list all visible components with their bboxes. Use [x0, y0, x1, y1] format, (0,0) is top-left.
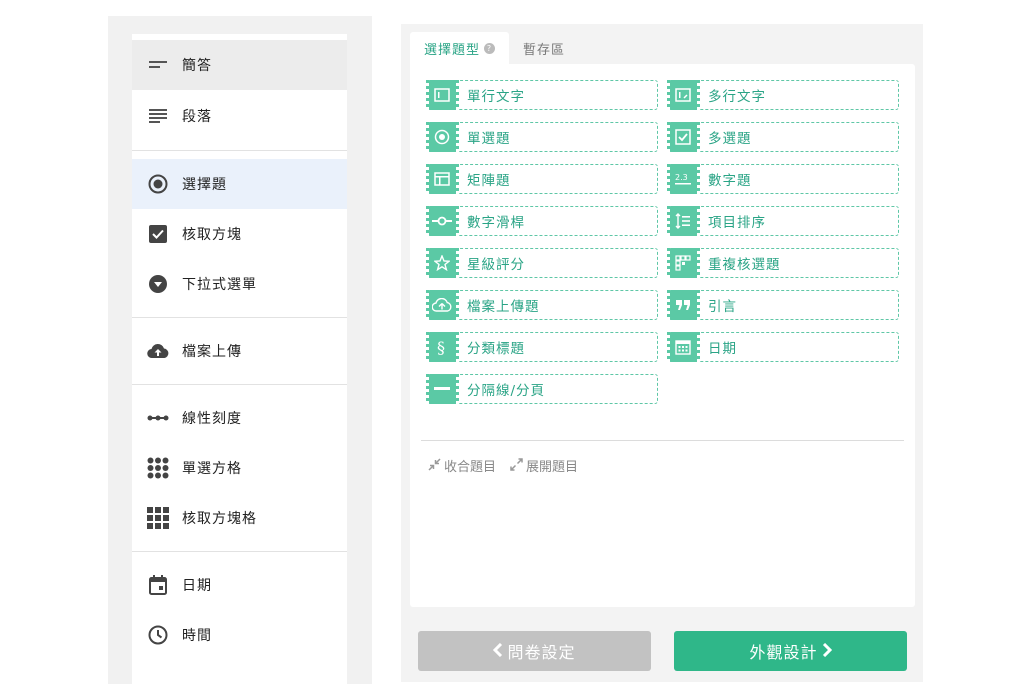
divider-icon — [426, 373, 459, 404]
dropdown-icon — [146, 272, 170, 296]
question-type-repeat-check[interactable]: 重複核選題 — [667, 247, 899, 278]
menu-separator — [132, 317, 347, 318]
question-type-item-sort[interactable]: 項目排序 — [667, 205, 899, 236]
multi-line-text-icon — [667, 79, 700, 110]
cloud-upload-icon — [146, 339, 170, 363]
menu-separator — [132, 150, 347, 151]
expand-arrows-icon — [510, 457, 523, 474]
section-icon: § — [426, 331, 459, 362]
menu-item-paragraph[interactable]: 段落 — [132, 91, 347, 141]
checkbox-icon — [146, 222, 170, 246]
survey-builder-panel: 選擇題型 ? 暫存區 單行文字 多行文字 單選題 多選題 矩陣題 2.3 數字題… — [401, 24, 923, 682]
linear-scale-icon — [146, 406, 170, 430]
question-type-multi-line-text[interactable]: 多行文字 — [667, 79, 899, 110]
menu-item-checkbox-grid[interactable]: 核取方塊格 — [132, 493, 347, 543]
radio-grid-icon — [146, 456, 170, 480]
tab-staging-area[interactable]: 暫存區 — [509, 32, 579, 64]
google-form-types-panel: 簡答 段落 選擇題 核取方塊 下拉式選單 檔案上傳 線性刻度 單選方格 核取方塊… — [108, 16, 372, 684]
question-type-single-choice[interactable]: 單選題 — [426, 121, 658, 152]
checkbox-icon — [667, 121, 700, 152]
question-type-number[interactable]: 2.3 數字題 — [667, 163, 899, 194]
question-type-menu: 簡答 段落 選擇題 核取方塊 下拉式選單 檔案上傳 線性刻度 單選方格 核取方塊… — [132, 34, 347, 684]
cloud-upload-icon — [426, 289, 459, 320]
radio-icon — [146, 172, 170, 196]
content-divider — [421, 440, 904, 441]
menu-item-time[interactable]: 時間 — [132, 610, 347, 660]
expand-questions-button[interactable]: 展開題目 — [510, 456, 578, 475]
menu-item-file-upload[interactable]: 檔案上傳 — [132, 326, 347, 376]
appearance-design-next-button[interactable]: 外觀設計 — [674, 631, 907, 671]
single-line-text-icon — [426, 79, 459, 110]
question-type-star-rating[interactable]: 星級評分 — [426, 247, 658, 278]
menu-item-multiple-choice[interactable]: 選擇題 — [132, 159, 347, 209]
star-icon — [426, 247, 459, 278]
svg-text:2.3: 2.3 — [675, 173, 688, 182]
survey-settings-back-button[interactable]: 問卷設定 — [418, 631, 651, 671]
menu-item-linear-scale[interactable]: 線性刻度 — [132, 393, 347, 443]
menu-item-radio-grid[interactable]: 單選方格 — [132, 443, 347, 493]
repeat-check-icon — [667, 247, 700, 278]
calendar-icon — [146, 573, 170, 597]
chevron-right-icon — [822, 642, 832, 661]
menu-item-date[interactable]: 日期 — [132, 560, 347, 610]
question-type-section-title[interactable]: § 分類標題 — [426, 331, 658, 362]
paragraph-icon — [146, 104, 170, 128]
tab-bar: 選擇題型 ? 暫存區 — [410, 32, 579, 64]
calendar-icon — [667, 331, 700, 362]
number-icon: 2.3 — [667, 163, 700, 194]
help-icon[interactable]: ? — [484, 42, 496, 54]
svg-text:§: § — [437, 338, 445, 356]
clock-icon — [146, 623, 170, 647]
matrix-icon — [426, 163, 459, 194]
question-type-list: 單行文字 多行文字 單選題 多選題 矩陣題 2.3 數字題 數字滑桿 項目排序 … — [410, 64, 915, 607]
question-type-divider-page-break[interactable]: 分隔線/分頁 — [426, 373, 658, 404]
question-type-matrix[interactable]: 矩陣題 — [426, 163, 658, 194]
question-type-multiple-choice[interactable]: 多選題 — [667, 121, 899, 152]
question-type-date[interactable]: 日期 — [667, 331, 899, 362]
chevron-left-icon — [493, 642, 503, 661]
question-type-single-line-text[interactable]: 單行文字 — [426, 79, 658, 110]
quote-icon — [667, 289, 700, 320]
collapse-arrows-icon — [428, 457, 441, 474]
collapse-expand-controls: 收合題目 展開題目 — [428, 456, 578, 475]
question-type-quote[interactable]: 引言 — [667, 289, 899, 320]
menu-item-dropdown[interactable]: 下拉式選單 — [132, 259, 347, 309]
question-type-number-slider[interactable]: 數字滑桿 — [426, 205, 658, 236]
sort-icon — [667, 205, 700, 236]
menu-separator — [132, 551, 347, 552]
menu-item-short-answer[interactable]: 簡答 — [132, 40, 347, 90]
short-answer-icon — [146, 53, 170, 77]
collapse-questions-button[interactable]: 收合題目 — [428, 456, 496, 475]
menu-separator — [132, 384, 347, 385]
question-type-file-upload[interactable]: 檔案上傳題 — [426, 289, 658, 320]
tab-select-question-type[interactable]: 選擇題型 ? — [410, 32, 510, 64]
slider-icon — [426, 205, 459, 236]
checkbox-grid-icon — [146, 506, 170, 530]
menu-item-checkbox[interactable]: 核取方塊 — [132, 209, 347, 259]
radio-icon — [426, 121, 459, 152]
